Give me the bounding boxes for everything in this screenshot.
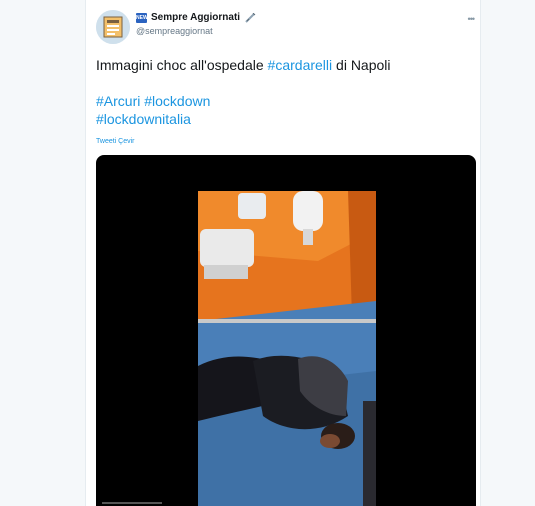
more-options-icon[interactable]: •••	[468, 14, 476, 24]
tweet-card: NEW Sempre Aggiornati @sempreaggiornat •…	[85, 0, 481, 506]
news-badge: NEW	[136, 12, 148, 23]
video-frame	[198, 191, 376, 506]
video-progress-bar[interactable]	[102, 502, 162, 504]
syringe-icon	[245, 12, 256, 23]
tweet-text: Immagini choc all'ospedale #cardarelli d…	[96, 56, 466, 128]
tweet-text-prefix: Immagini choc all'ospedale	[96, 57, 268, 73]
tweet-text-suffix: di Napoli	[332, 57, 391, 73]
author-name-row[interactable]: NEW Sempre Aggiornati	[136, 12, 256, 23]
hashtags-line-2[interactable]: #lockdownitalia	[96, 110, 466, 128]
display-name[interactable]: Sempre Aggiornati	[151, 12, 240, 23]
tweet-video[interactable]	[96, 155, 476, 506]
hashtags-line-1[interactable]: #Arcuri #lockdown	[96, 92, 466, 110]
hashtag-cardarelli[interactable]: #cardarelli	[268, 57, 333, 73]
avatar[interactable]	[96, 10, 130, 44]
translate-tweet-link[interactable]: Tweeti Çevir	[96, 138, 135, 145]
user-handle[interactable]: @sempreaggiornat	[136, 26, 213, 36]
